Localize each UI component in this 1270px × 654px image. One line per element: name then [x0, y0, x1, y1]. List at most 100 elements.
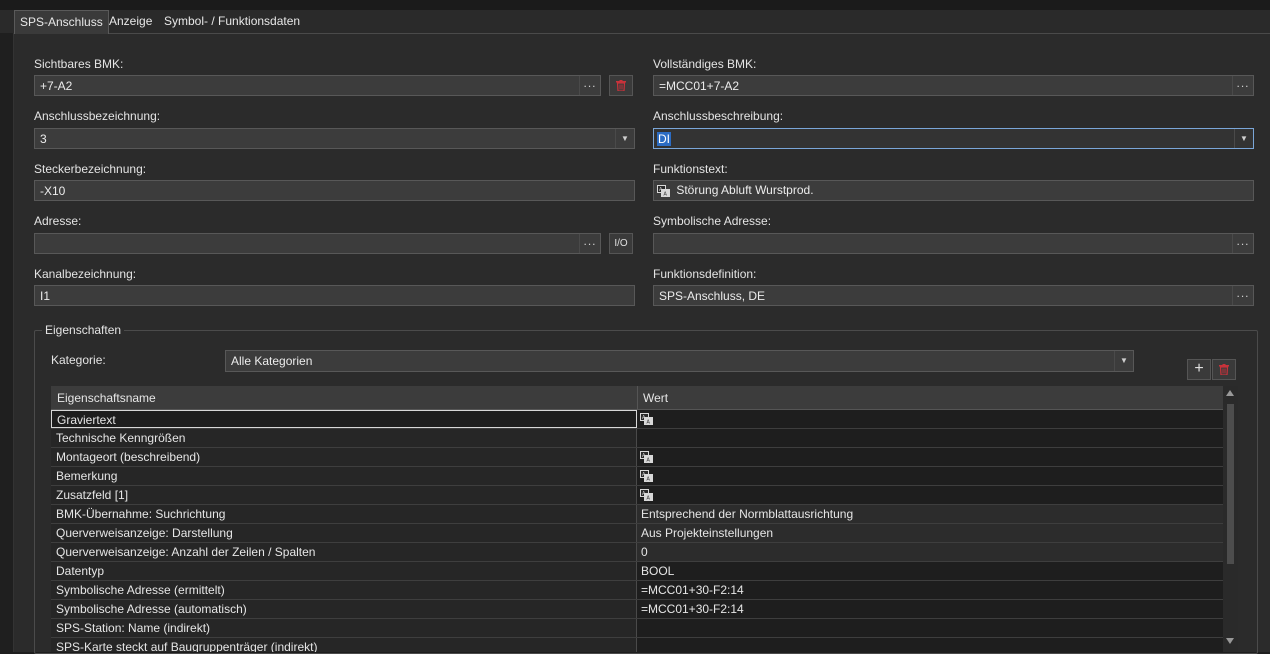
add-property-button[interactable]: + — [1187, 359, 1211, 380]
translate-icon: AA — [657, 184, 670, 197]
table-row[interactable]: SPS-Station: Name (indirekt) — [51, 619, 1223, 638]
property-value-cell[interactable]: Aus Projekteinstellungen — [637, 524, 1223, 542]
browse-button[interactable]: ... — [579, 234, 600, 253]
property-name-cell[interactable]: Symbolische Adresse (automatisch) — [51, 600, 637, 618]
tab-symbol-funktionsdaten[interactable]: Symbol- / Funktionsdaten — [159, 10, 305, 33]
anschlussbezeichnung-value: 3 — [40, 132, 47, 146]
property-value: =MCC01+30-F2:14 — [641, 602, 744, 616]
property-name-cell[interactable]: Querverweisanzeige: Darstellung — [51, 524, 637, 542]
property-value-cell[interactable]: AA — [637, 410, 1223, 428]
table-row[interactable]: Technische Kenngrößen — [51, 429, 1223, 448]
chevron-down-icon[interactable]: ▼ — [1234, 129, 1253, 148]
left-edge — [0, 33, 14, 652]
property-name-cell[interactable]: SPS-Karte steckt auf Baugruppenträger (i… — [51, 638, 637, 652]
browse-button[interactable]: ... — [1232, 234, 1253, 253]
property-name: Symbolische Adresse (ermittelt) — [56, 583, 225, 597]
property-name: Symbolische Adresse (automatisch) — [56, 602, 247, 616]
delete-bmk-button[interactable] — [609, 75, 633, 96]
steckerbezeichnung-value: -X10 — [40, 184, 66, 198]
property-value-cell[interactable]: AA — [637, 448, 1223, 466]
browse-button[interactable]: ... — [1232, 76, 1253, 95]
column-header-value[interactable]: Wert — [643, 391, 668, 405]
chevron-down-icon[interactable]: ▼ — [1114, 351, 1133, 371]
table-row[interactable]: Querverweisanzeige: Anzahl der Zeilen / … — [51, 543, 1223, 562]
browse-button[interactable]: ... — [1232, 286, 1253, 305]
table-row[interactable]: Datentyp BOOL — [51, 562, 1223, 581]
table-row[interactable]: Bemerkung A A — [51, 467, 1223, 486]
funktionsdefinition-label: Funktionsdefinition: — [653, 267, 757, 281]
translate-icon[interactable]: AA — [640, 489, 653, 501]
funktionstext-field[interactable]: AA Störung Abluft Wurstprod. — [653, 180, 1254, 201]
symbolische-adresse-field[interactable]: ... — [653, 233, 1254, 254]
kategorie-value: Alle Kategorien — [231, 354, 313, 368]
sichtbares-bmk-field[interactable]: +7-A2 ... — [34, 75, 601, 96]
scroll-up-icon[interactable] — [1226, 390, 1234, 396]
kanalbezeichnung-label: Kanalbezeichnung: — [34, 267, 137, 281]
property-name-cell[interactable]: Bemerkung — [51, 467, 637, 485]
table-row[interactable]: BMK-Übernahme: Suchrichtung Entsprechend … — [51, 505, 1223, 524]
anschlussbeschreibung-label: Anschlussbeschreibung: — [653, 109, 784, 123]
property-name-cell[interactable]: Symbolische Adresse (ermittelt) — [51, 581, 637, 599]
property-name-cell[interactable]: Graviertext — [51, 410, 637, 428]
vertical-scrollbar[interactable] — [1223, 386, 1238, 652]
funktionsdefinition-value: SPS-Anschluss, DE — [659, 289, 766, 303]
anschlussbeschreibung-dropdown[interactable]: DI ▼ — [653, 128, 1254, 149]
property-value-cell[interactable]: AA — [637, 467, 1223, 485]
table-row[interactable]: Graviertext A A — [51, 410, 1223, 429]
table-row[interactable]: Zusatzfeld [1] A A — [51, 486, 1223, 505]
delete-property-button[interactable] — [1212, 359, 1236, 380]
steckerbezeichnung-label: Steckerbezeichnung: — [34, 162, 147, 176]
anschlussbezeichnung-dropdown[interactable]: 3 ▼ — [34, 128, 635, 149]
table-row[interactable]: Montageort (beschreibend) A A — [51, 448, 1223, 467]
scroll-down-icon[interactable] — [1226, 638, 1234, 644]
table-row[interactable]: Symbolische Adresse (ermittelt) =MCC01+30… — [51, 581, 1223, 600]
title-strip — [0, 0, 1270, 10]
property-name-cell[interactable]: Datentyp — [51, 562, 637, 580]
property-value-cell[interactable] — [637, 429, 1223, 447]
property-value-cell[interactable]: Entsprechend der Normblattausrichtung — [637, 505, 1223, 523]
tab-bar: SPS-Anschluss Anzeige Symbol- / Funktion… — [0, 10, 1270, 34]
property-name-cell[interactable]: SPS-Station: Name (indirekt) — [51, 619, 637, 637]
property-value: Aus Projekteinstellungen — [641, 526, 774, 540]
column-header-name[interactable]: Eigenschaftsname — [57, 391, 156, 405]
tab-anzeige[interactable]: Anzeige — [104, 10, 157, 33]
property-name: Technische Kenngrößen — [56, 431, 186, 445]
kategorie-dropdown[interactable]: Alle Kategorien ▼ — [225, 350, 1134, 372]
scroll-thumb[interactable] — [1227, 404, 1234, 564]
vollstaendiges-bmk-field[interactable]: =MCC01+7-A2 ... — [653, 75, 1254, 96]
property-name-cell[interactable]: Zusatzfeld [1] — [51, 486, 637, 504]
property-value-cell[interactable]: AA — [637, 486, 1223, 504]
translate-icon[interactable]: AA — [640, 413, 653, 425]
property-value-cell[interactable]: 0 — [637, 543, 1223, 561]
property-name: Zusatzfeld [1] — [56, 488, 129, 502]
property-name: Datentyp — [56, 564, 105, 578]
trash-icon — [1219, 363, 1229, 376]
chevron-down-icon[interactable]: ▼ — [615, 129, 634, 148]
translate-icon[interactable]: AA — [640, 451, 653, 463]
table-row[interactable]: Symbolische Adresse (automatisch) =MCC01+… — [51, 600, 1223, 619]
properties-grid: Eigenschaftsname Wert Graviertext A A Techn… — [51, 386, 1238, 652]
property-value-cell[interactable] — [637, 619, 1223, 637]
steckerbezeichnung-field[interactable]: -X10 — [34, 180, 635, 201]
property-value-cell[interactable]: BOOL — [637, 562, 1223, 580]
property-value-cell[interactable]: =MCC01+30-F2:14 — [637, 600, 1223, 618]
property-value-cell[interactable]: =MCC01+30-F2:14 — [637, 581, 1223, 599]
table-row[interactable]: Querverweisanzeige: Darstellung Aus Proje… — [51, 524, 1223, 543]
anschlussbezeichnung-label: Anschlussbezeichnung: — [34, 109, 161, 123]
kanalbezeichnung-field[interactable]: I1 — [34, 285, 635, 306]
io-button[interactable]: I/O — [609, 233, 633, 254]
property-name-cell[interactable]: Querverweisanzeige: Anzahl der Zeilen / … — [51, 543, 637, 561]
funktionsdefinition-field[interactable]: SPS-Anschluss, DE ... — [653, 285, 1254, 306]
translate-icon[interactable]: AA — [640, 470, 653, 482]
property-name-cell[interactable]: BMK-Übernahme: Suchrichtung — [51, 505, 637, 523]
property-name-cell[interactable]: Technische Kenngrößen — [51, 429, 637, 447]
browse-button[interactable]: ... — [579, 76, 600, 95]
tab-sps-anschluss[interactable]: SPS-Anschluss — [14, 10, 109, 34]
adresse-field[interactable]: ... — [34, 233, 601, 254]
vollstaendiges-bmk-value: =MCC01+7-A2 — [659, 79, 740, 93]
kategorie-label: Kategorie: — [51, 353, 106, 367]
property-name: Bemerkung — [56, 469, 118, 483]
property-name-cell[interactable]: Montageort (beschreibend) — [51, 448, 637, 466]
property-value-cell[interactable] — [637, 638, 1223, 652]
table-row[interactable]: SPS-Karte steckt auf Baugruppenträger (i… — [51, 638, 1223, 652]
